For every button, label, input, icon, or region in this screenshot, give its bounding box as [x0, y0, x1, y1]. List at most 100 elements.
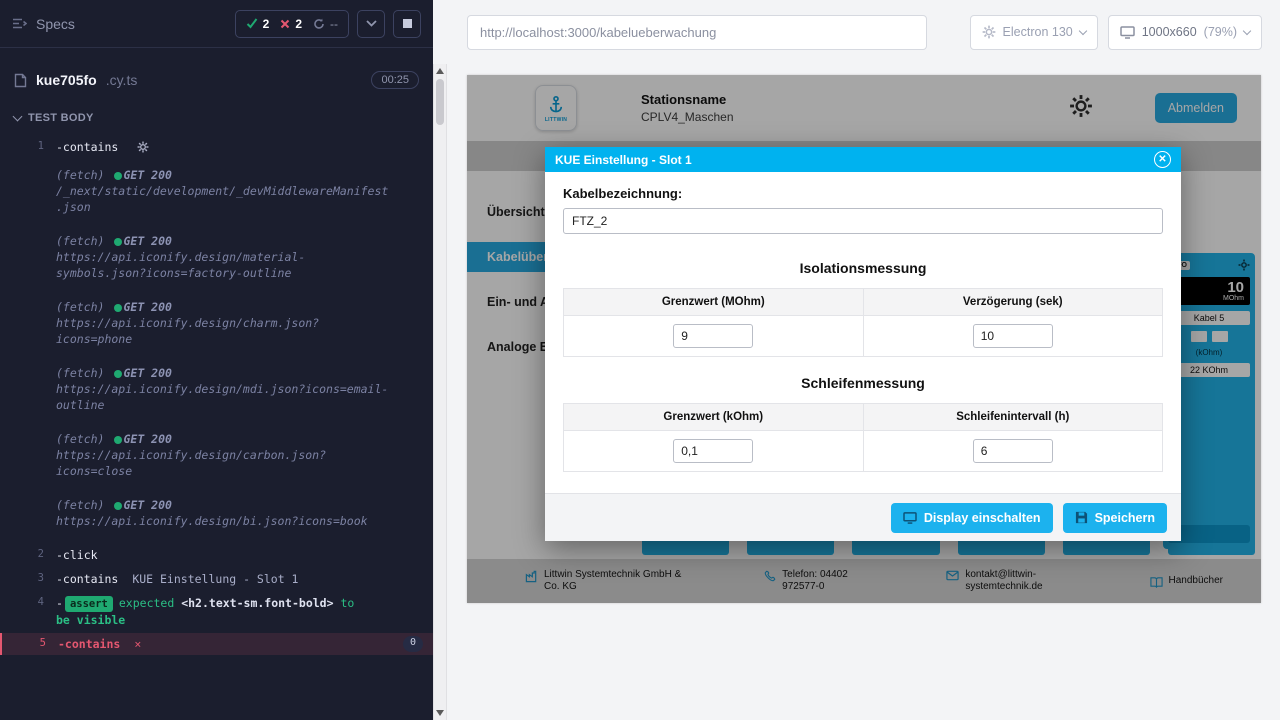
command-assert[interactable]: 4 -assertexpected <h2.text-sm.font-bold>… — [0, 592, 433, 631]
line-number: 4 — [0, 595, 56, 628]
cable-name-input[interactable] — [563, 208, 1163, 234]
test-body-section[interactable]: TEST BODY — [0, 108, 433, 134]
fetch-label: (fetch) — [56, 300, 104, 314]
fetch-url: /_next/static/development/_devMiddleware… — [56, 183, 391, 215]
display-on-button[interactable]: Display einschalten — [891, 503, 1053, 533]
network-log-entry[interactable]: (fetch)GET 200 https://api.iconify.desig… — [0, 362, 433, 416]
stat-passed[interactable]: 2 — [246, 17, 270, 31]
fetch-status: GET 200 — [123, 234, 171, 248]
chevron-down-icon — [1243, 26, 1251, 34]
stat-pending[interactable]: -- — [313, 17, 338, 31]
stop-button[interactable] — [393, 10, 421, 38]
reporter-controls: 2 2 -- — [235, 10, 421, 38]
reporter-scrollbar[interactable] — [433, 64, 447, 720]
network-log-entry[interactable]: (fetch)GET 200 https://api.iconify.desig… — [0, 230, 433, 284]
fetch-url: https://api.iconify.design/mdi.json?icon… — [56, 381, 391, 413]
viewport-select[interactable]: 1000x660 (79%) — [1108, 15, 1262, 50]
loop-heading: Schleifenmessung — [563, 375, 1163, 391]
fetch-status: GET 200 — [123, 300, 171, 314]
command-name: -contains — [58, 637, 120, 651]
specs-label: Specs — [36, 16, 75, 32]
command-contains-failed[interactable]: 5 -contains × 0 — [0, 633, 433, 655]
loop-limit-input[interactable] — [673, 439, 753, 463]
url-bar[interactable]: http://localhost:3000/kabelueberwachung — [467, 15, 927, 50]
iso-delay-input[interactable] — [973, 324, 1053, 348]
modal-title: KUE Einstellung - Slot 1 — [555, 153, 692, 167]
aut-region: LITTWIN Stationsname CPLV4_Maschen Abmel… — [433, 64, 1280, 720]
fetch-url: https://api.iconify.design/material-symb… — [56, 249, 391, 281]
network-log-entry[interactable]: (fetch)GET 200 https://api.iconify.desig… — [0, 494, 433, 532]
display-button-label: Display einschalten — [924, 511, 1041, 525]
app-under-test: LITTWIN Stationsname CPLV4_Maschen Abmel… — [467, 75, 1261, 603]
status-dot-icon — [114, 238, 122, 246]
save-button[interactable]: Speichern — [1063, 503, 1167, 533]
reporter-panel: Specs 2 2 -- — [0, 0, 433, 720]
fetch-status: GET 200 — [123, 498, 171, 512]
test-stats: 2 2 -- — [235, 10, 349, 38]
command-contains-2[interactable]: 3 -contains KUE Einstellung - Slot 1 — [0, 568, 433, 590]
chevron-down-icon — [1078, 26, 1086, 34]
fetch-url: https://api.iconify.design/charm.json?ic… — [56, 315, 391, 347]
browser-select[interactable]: Electron 130 — [970, 15, 1098, 50]
line-number: 5 — [2, 636, 58, 652]
command-arg: KUE Einstellung - Slot 1 — [132, 572, 298, 586]
command-arg: × — [134, 637, 141, 651]
loop-table: Grenzwert (kOhm) Schleifenintervall (h) — [563, 403, 1163, 472]
isolation-heading: Isolationsmessung — [563, 260, 1163, 276]
column-header: Schleifenintervall (h) — [863, 404, 1163, 431]
spec-duration-badge: 00:25 — [371, 71, 419, 89]
x-icon — [280, 19, 290, 29]
modal-footer: Display einschalten Speichern — [545, 493, 1181, 541]
command-log: TEST BODY 1 -contains (fetch)GET 200 /_n… — [0, 100, 433, 720]
viewport-icon — [1120, 26, 1135, 39]
fetch-url: https://api.iconify.design/carbon.json?i… — [56, 447, 391, 479]
line-number: 3 — [0, 571, 56, 587]
command-click[interactable]: 2 -click — [0, 544, 433, 566]
pending-count: -- — [330, 17, 338, 31]
scrollbar-thumb[interactable] — [436, 79, 444, 125]
display-icon — [903, 512, 917, 524]
viewport-zoom: (79%) — [1204, 25, 1237, 39]
scroll-down-icon[interactable] — [436, 710, 444, 716]
network-log-entry[interactable]: (fetch)GET 200 /_next/static/development… — [0, 164, 433, 218]
runner-toolbar: http://localhost:3000/kabelueberwachung … — [433, 0, 1280, 64]
viewport-size: 1000x660 — [1142, 25, 1197, 39]
command-contains-1[interactable]: 1 -contains — [0, 136, 433, 158]
spec-name: kue705fo — [36, 72, 97, 88]
modal-header: KUE Einstellung - Slot 1 ✕ — [545, 147, 1181, 172]
isolation-table: Grenzwert (MOhm) Verzögerung (sek) — [563, 288, 1163, 357]
specs-menu-button[interactable]: Specs — [12, 16, 75, 32]
cable-name-label: Kabelbezeichnung: — [563, 186, 1163, 201]
command-name: -contains — [56, 140, 118, 154]
close-icon[interactable]: ✕ — [1154, 151, 1171, 168]
chevron-down-icon — [366, 20, 377, 27]
command-name: -contains — [56, 572, 118, 586]
command-dash: - — [56, 596, 63, 610]
assert-badge: assert — [65, 596, 113, 612]
stop-icon — [403, 19, 412, 28]
save-button-label: Speichern — [1095, 511, 1155, 525]
fetch-status: GET 200 — [123, 432, 171, 446]
status-dot-icon — [114, 304, 122, 312]
scroll-up-icon[interactable] — [436, 68, 444, 74]
loop-interval-input[interactable] — [973, 439, 1053, 463]
column-header: Verzögerung (sek) — [863, 289, 1163, 316]
retry-count-badge: 0 — [403, 636, 423, 652]
network-log-entry[interactable]: (fetch) GET 200 https://api.iconify.desig… — [0, 296, 433, 350]
spec-file-row[interactable]: kue705fo.cy.ts 00:25 — [0, 60, 433, 100]
browser-name: Electron 130 — [1003, 25, 1073, 39]
fetch-url: https://api.iconify.design/bi.json?icons… — [56, 513, 391, 529]
reporter-header: Specs 2 2 -- — [0, 0, 433, 48]
iso-limit-input[interactable] — [673, 324, 753, 348]
fetch-label: (fetch) — [56, 366, 104, 380]
network-log-entry[interactable]: (fetch) GET 200 https://api.iconify.desig… — [0, 428, 433, 482]
status-dot-icon — [114, 172, 122, 180]
stat-failed[interactable]: 2 — [280, 17, 302, 31]
failed-count: 2 — [295, 17, 302, 31]
kue-settings-modal: KUE Einstellung - Slot 1 ✕ Kabelbezeichn… — [545, 147, 1181, 541]
fetch-label: (fetch) — [56, 432, 104, 446]
collapse-all-button[interactable] — [357, 10, 385, 38]
line-number: 2 — [0, 547, 56, 563]
assert-subject: <h2.text-sm.font-bold> — [181, 596, 333, 610]
status-dot-icon — [114, 436, 122, 444]
